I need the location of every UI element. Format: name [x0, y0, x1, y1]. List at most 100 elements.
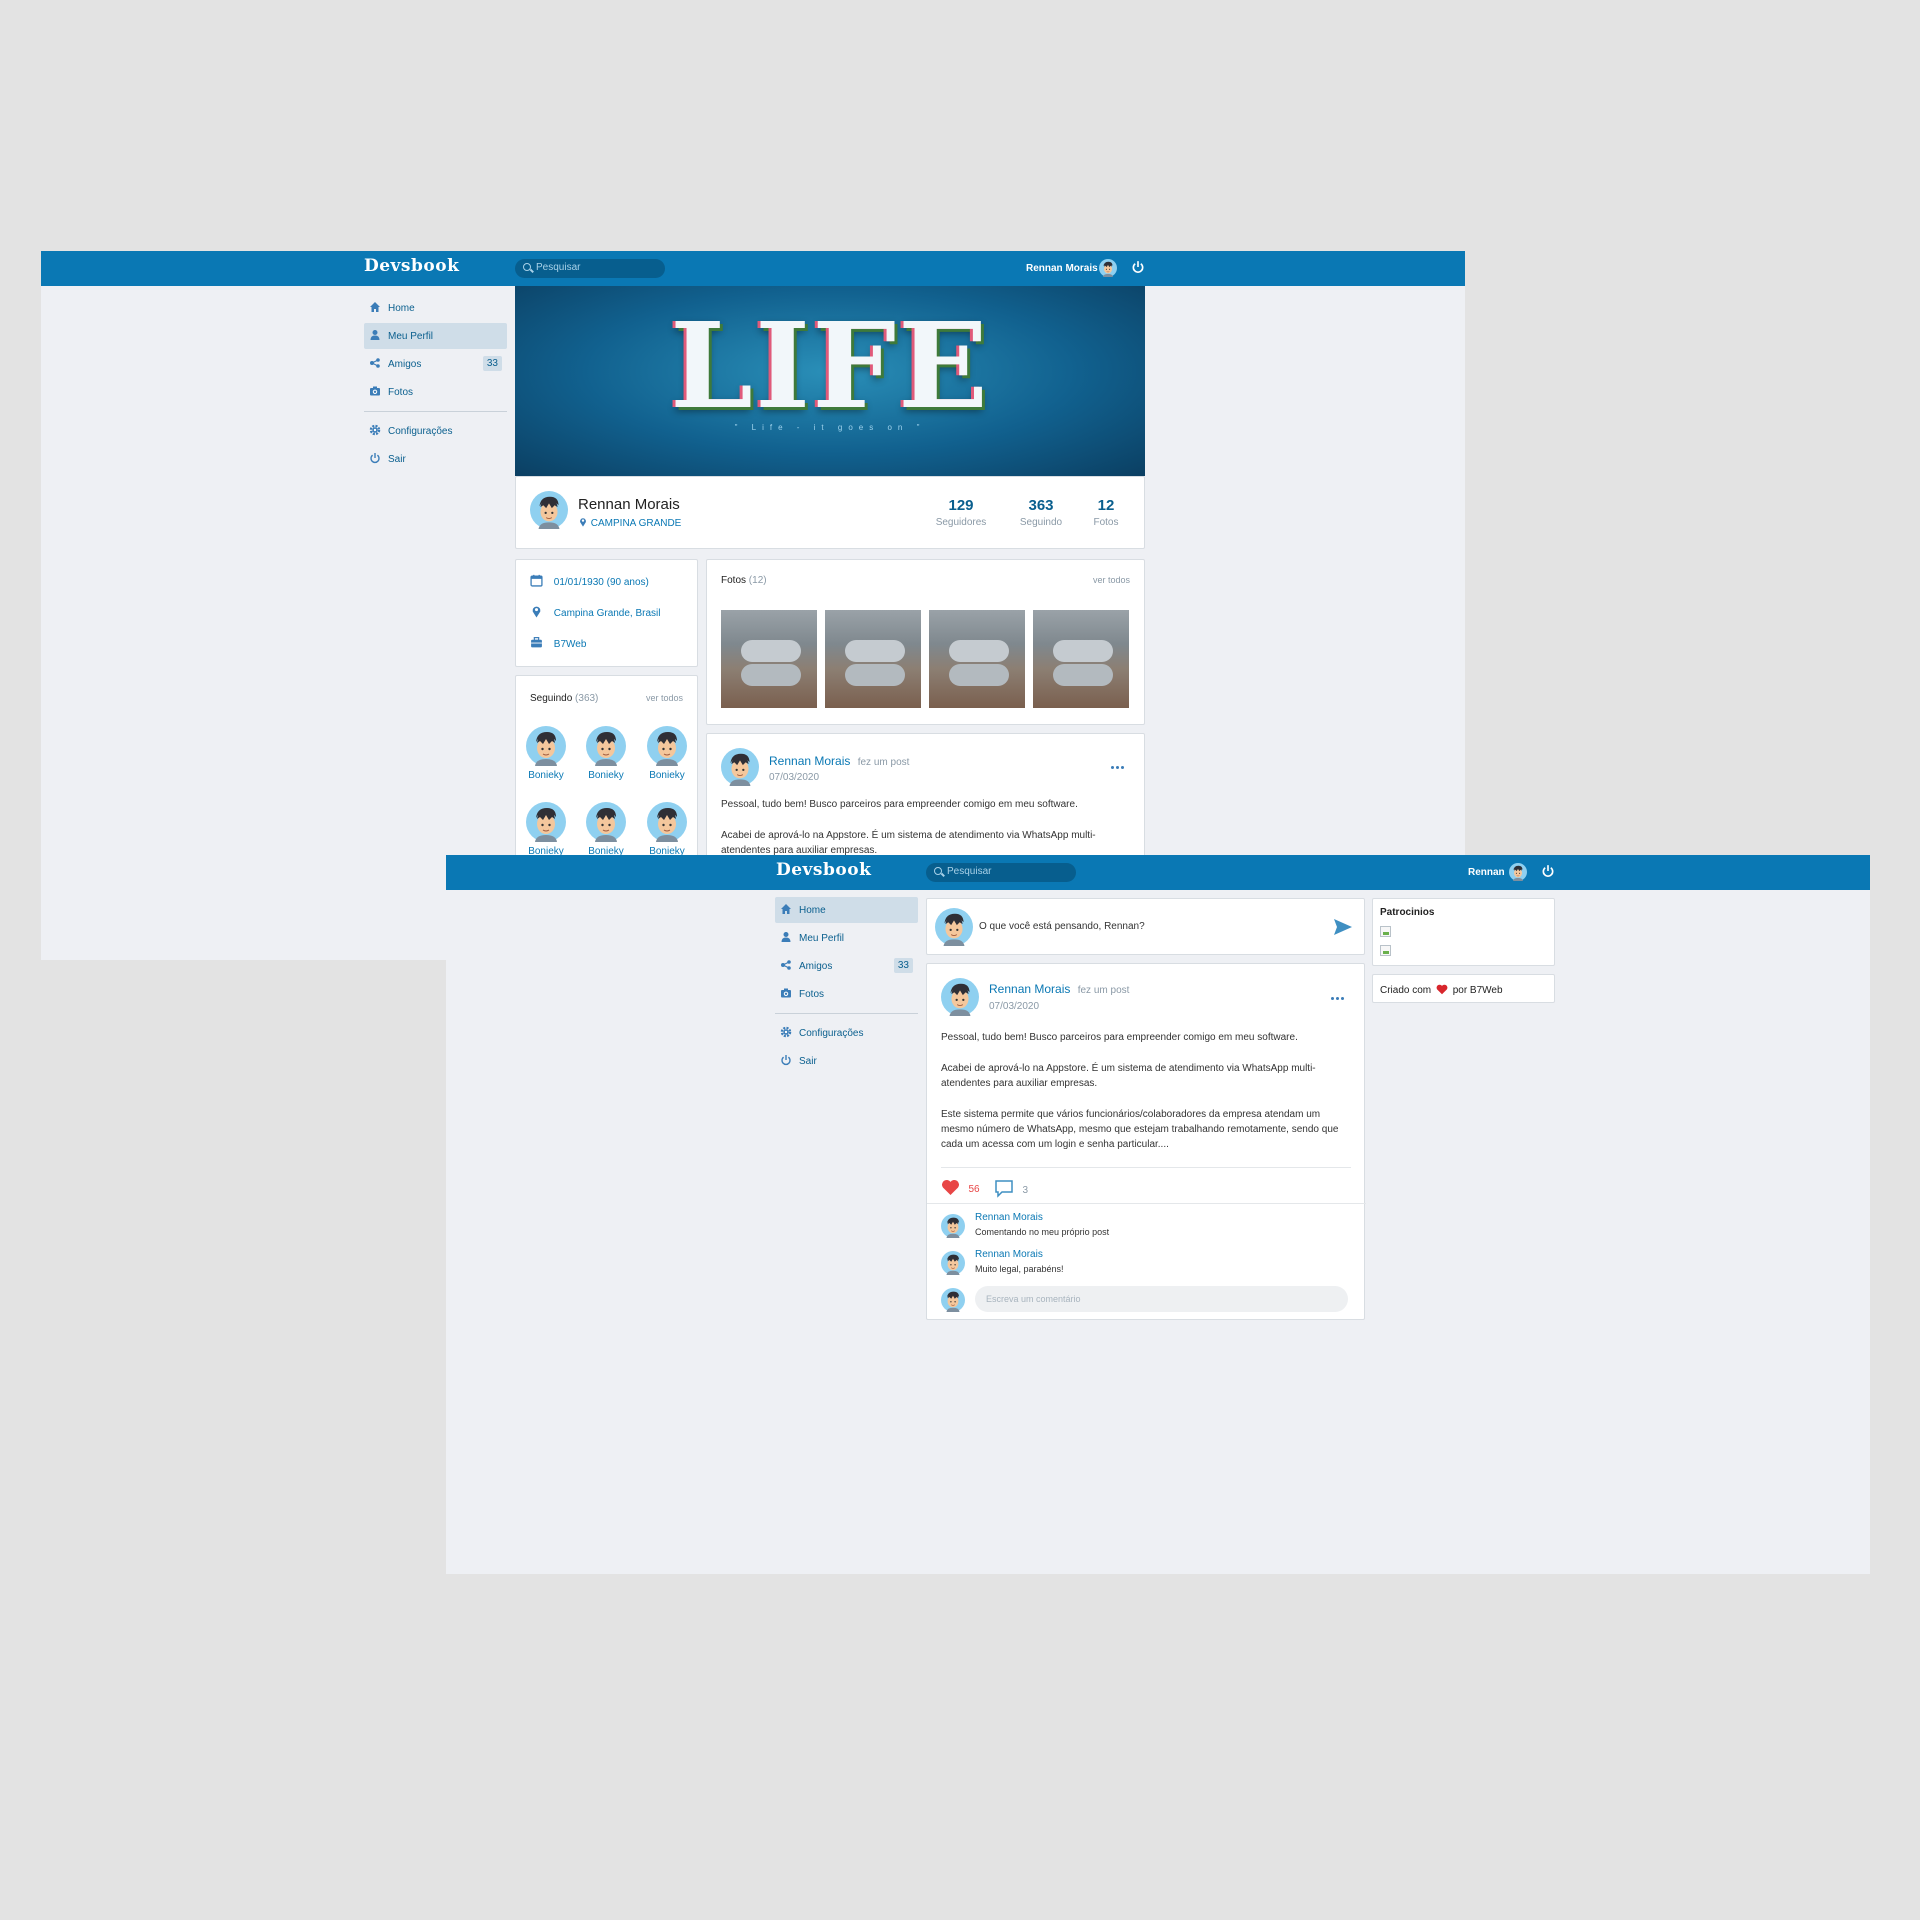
user-icon — [780, 931, 792, 943]
location-icon — [578, 517, 588, 527]
like-button[interactable]: 56 — [941, 1179, 980, 1197]
user-avatar[interactable] — [1099, 259, 1117, 277]
search-placeholder: Pesquisar — [536, 262, 581, 273]
sidebar-item-label: Meu Perfil — [799, 933, 845, 944]
calendar-icon — [530, 574, 543, 587]
user-avatar[interactable] — [1509, 863, 1527, 881]
logo[interactable]: Devsbook — [364, 256, 459, 276]
post-paragraph: Pessoal, tudo bem! Busco parceiros para … — [721, 799, 1078, 810]
sidebar-item-profile[interactable]: Meu Perfil — [364, 323, 507, 349]
friend-item[interactable]: Bonieky — [645, 802, 689, 857]
friend-name: Bonieky — [649, 770, 685, 781]
stat-followers[interactable]: 129 Seguidores — [931, 497, 991, 528]
sidebar-item-label: Sair — [799, 1056, 817, 1067]
composer-avatar — [935, 908, 973, 946]
user-name[interactable]: Rennan — [1468, 867, 1505, 878]
comment-author[interactable]: Rennan Morais — [975, 1212, 1043, 1223]
post-options-icon[interactable] — [1111, 766, 1127, 770]
heart-icon — [942, 1179, 959, 1196]
profile-avatar[interactable] — [530, 491, 568, 529]
post-options-icon[interactable] — [1331, 997, 1347, 1001]
post-author[interactable]: Rennan Morais — [769, 754, 850, 768]
photos-title: Fotos (12) — [721, 575, 767, 586]
sidebar-item-home[interactable]: Home — [364, 295, 507, 321]
profile-location: CAMPINA GRANDE — [578, 517, 681, 529]
profile-header: Rennan Morais CAMPINA GRANDE 129 Seguido… — [515, 476, 1145, 549]
friend-item[interactable]: Bonieky — [524, 802, 568, 857]
broken-image-icon[interactable] — [1380, 945, 1391, 956]
sidebar-divider — [364, 411, 507, 412]
comment-input[interactable]: Escreva um comentário — [975, 1286, 1348, 1312]
power-icon — [369, 452, 381, 464]
power-icon — [780, 1054, 792, 1066]
following-count: (363) — [575, 693, 599, 704]
home-icon — [369, 301, 381, 313]
sidebar-item-logout[interactable]: Sair — [775, 1048, 918, 1074]
sidebar-item-label: Configurações — [799, 1028, 864, 1039]
photo-thumbnail[interactable] — [1033, 610, 1129, 708]
send-icon[interactable] — [1333, 918, 1353, 936]
profile-name: Rennan Morais — [578, 496, 680, 513]
sidebar-item-friends[interactable]: Amigos 33 — [775, 953, 918, 979]
post-card: Rennan Morais fez um post 07/03/2020 Pes… — [926, 963, 1366, 1320]
sidebar-item-settings[interactable]: Configurações — [775, 1020, 918, 1046]
comment-avatar[interactable] — [941, 1251, 965, 1275]
sidebar-item-profile[interactable]: Meu Perfil — [775, 925, 918, 951]
post-divider — [941, 1167, 1351, 1168]
sidebar-item-friends[interactable]: Amigos 33 — [364, 351, 507, 377]
user-name[interactable]: Rennan Morais — [1026, 263, 1098, 274]
post-author[interactable]: Rennan Morais — [989, 982, 1070, 996]
gear-icon — [369, 424, 381, 436]
sidebar-item-settings[interactable]: Configurações — [364, 418, 507, 444]
profile-page-screenshot: Devsbook Pesquisar Rennan Morais Home Me… — [41, 251, 1465, 960]
sidebar-divider — [775, 1013, 918, 1014]
info-text: 01/01/1930 (90 anos) — [553, 577, 649, 588]
post-author-avatar[interactable] — [941, 978, 979, 1016]
friend-item[interactable]: Bonieky — [524, 726, 568, 781]
photos-title-text: Fotos — [721, 575, 747, 586]
comment-author[interactable]: Rennan Morais — [975, 1249, 1043, 1260]
friend-item[interactable]: Bonieky — [645, 726, 689, 781]
photo-thumbnail[interactable] — [929, 610, 1025, 708]
stat-photos[interactable]: 12 Fotos — [1076, 497, 1136, 528]
sidebar-item-label: Meu Perfil — [388, 331, 434, 342]
friend-avatar — [647, 802, 687, 842]
sidebar-item-home[interactable]: Home — [775, 897, 918, 923]
broken-image-icon[interactable] — [1380, 926, 1391, 937]
sidebar-item-logout[interactable]: Sair — [364, 446, 507, 472]
sidebar-item-label: Sair — [388, 454, 406, 465]
friend-avatar — [526, 802, 566, 842]
info-work: B7Web — [530, 636, 586, 650]
cover-image: LIFE " Life - it goes on " — [515, 286, 1145, 476]
info-text: B7Web — [553, 639, 587, 650]
photos-see-all-link[interactable]: ver todos — [1093, 575, 1130, 585]
comment-icon — [995, 1180, 1013, 1198]
logo[interactable]: Devsbook — [776, 860, 871, 880]
photo-thumbnail[interactable] — [825, 610, 921, 708]
sidebar-item-photos[interactable]: Fotos — [775, 981, 918, 1007]
search-input[interactable]: Pesquisar — [926, 863, 1076, 882]
sidebar-item-label: Amigos — [388, 359, 422, 370]
cover-subtitle: " Life - it goes on " — [734, 423, 926, 432]
friend-item[interactable]: Bonieky — [584, 726, 628, 781]
home-feed-screenshot: Devsbook Pesquisar Rennan Home Meu Perfi… — [446, 855, 1870, 1574]
comment-avatar[interactable] — [941, 1214, 965, 1238]
following-see-all-link[interactable]: ver todos — [646, 693, 683, 703]
stat-number: 12 — [1097, 497, 1115, 514]
friends-count-badge: 33 — [482, 356, 502, 371]
comment-button[interactable]: 3 — [994, 1179, 1028, 1198]
logout-icon[interactable] — [1131, 260, 1145, 274]
post-action: fez um post — [1077, 985, 1130, 996]
sidebar-item-photos[interactable]: Fotos — [364, 379, 507, 405]
sidebar: Home Meu Perfil Amigos 33 Fotos Configur… — [775, 897, 918, 1076]
post-author-avatar[interactable] — [721, 748, 759, 786]
friend-item[interactable]: Bonieky — [584, 802, 628, 857]
composer-input[interactable]: O que você está pensando, Rennan? — [979, 921, 1145, 932]
stat-following[interactable]: 363 Seguindo — [1011, 497, 1071, 528]
like-count: 56 — [968, 1184, 980, 1195]
location-icon — [530, 605, 543, 618]
gear-icon — [780, 1026, 792, 1038]
logout-icon[interactable] — [1541, 864, 1555, 878]
photo-thumbnail[interactable] — [721, 610, 817, 708]
search-input[interactable]: Pesquisar — [515, 259, 665, 278]
